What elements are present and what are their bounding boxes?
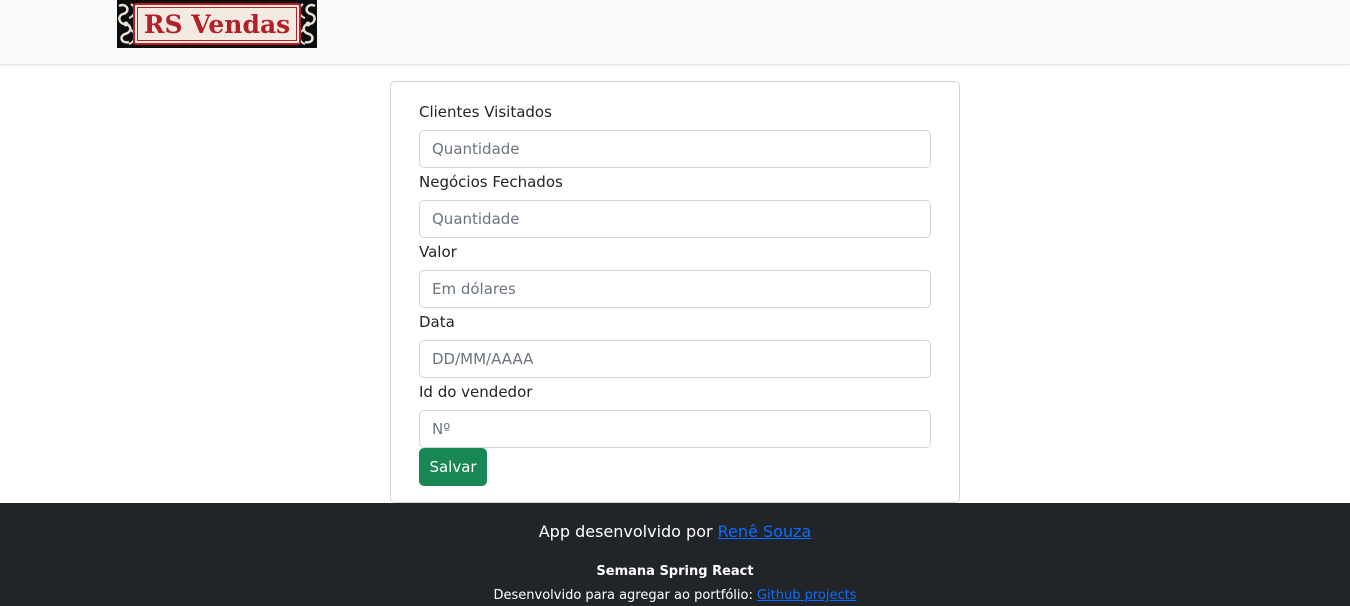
footer-credit-prefix: App desenvolvido por [538, 522, 718, 541]
footer-portfolio-prefix: Desenvolvido para agregar ao portfólio: [493, 588, 757, 603]
clientes-visitados-label: Clientes Visitados [419, 103, 552, 121]
clientes-visitados-input[interactable] [419, 130, 931, 168]
data-label: Data [419, 313, 455, 331]
footer-portfolio: Desenvolvido para agregar ao portfólio: … [0, 588, 1350, 604]
id-vendedor-input[interactable] [419, 410, 931, 448]
top-navbar: RS Vendas [0, 0, 1350, 65]
logo-text: RS Vendas [143, 9, 291, 39]
github-projects-link[interactable]: Github projects [757, 588, 857, 603]
page-footer: App desenvolvido por Renê Souza Semana S… [0, 503, 1350, 606]
negocios-fechados-label: Negócios Fechados [419, 173, 563, 191]
negocios-fechados-input[interactable] [419, 200, 931, 238]
footer-title: Semana Spring React [596, 564, 754, 579]
logo-plate: RS Vendas [133, 3, 301, 45]
valor-label: Valor [419, 243, 457, 261]
valor-input[interactable] [419, 270, 931, 308]
id-vendedor-label: Id do vendedor [419, 383, 533, 401]
sale-form-card: Clientes Visitados Negócios Fechados Val… [390, 81, 960, 503]
data-input[interactable] [419, 340, 931, 378]
author-link[interactable]: Renê Souza [718, 522, 812, 541]
footer-credit: App desenvolvido por Renê Souza [0, 522, 1350, 542]
save-button[interactable]: Salvar [419, 448, 487, 486]
rs-vendas-logo[interactable]: RS Vendas [117, 0, 317, 48]
